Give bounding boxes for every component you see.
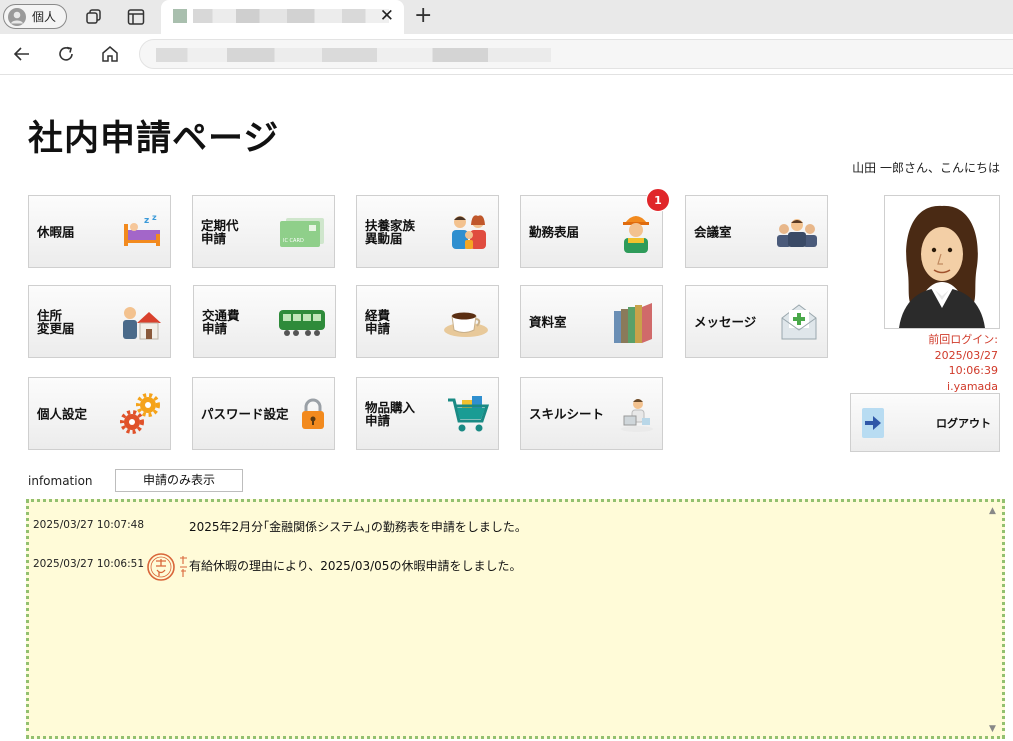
- user-greeting: 山田 一郎さん、こんにちは: [852, 161, 1000, 175]
- tile-leave-request[interactable]: 休暇届 z z: [28, 195, 171, 268]
- scroll-down-icon[interactable]: ▼: [989, 724, 996, 734]
- tile-timesheet[interactable]: 勤務表届: [520, 195, 663, 268]
- tile-personal-settings[interactable]: 個人設定: [28, 377, 171, 450]
- portrait-image: [899, 205, 985, 328]
- tile-dependent-change[interactable]: 扶養家族 異動届: [356, 195, 499, 268]
- profile-button[interactable]: 個人: [3, 4, 67, 29]
- url-redacted: [156, 48, 551, 62]
- train-icon: [279, 309, 325, 336]
- logout-label: ログアウト: [936, 417, 991, 430]
- books-icon: [614, 302, 652, 343]
- tile-password-settings[interactable]: パスワード設定: [192, 377, 335, 450]
- tile-label: 経費 申請: [365, 307, 391, 336]
- profile-label: 個人: [32, 10, 57, 24]
- tile-purchase-request[interactable]: 物品購入 申請: [356, 377, 499, 450]
- last-login-label: 前回ログイン:: [928, 333, 998, 346]
- person-icon: [8, 7, 26, 26]
- show-applications-only-button[interactable]: 申請のみ表示: [115, 469, 243, 492]
- approval-stamp-icon: [147, 553, 187, 581]
- tile-label: 交通費 申請: [202, 307, 240, 336]
- info-message-list[interactable]: 2025/03/27 10:07:48 2025年2月分｢金融関係システム｣の勤…: [26, 499, 1005, 739]
- tile-label: メッセージ: [694, 314, 757, 329]
- tile-label: 個人設定: [37, 406, 88, 421]
- browser-tab-bar: 個人 ✕ +: [0, 0, 1013, 34]
- last-login-time: 10:06:39: [948, 364, 998, 377]
- house-icon: [123, 306, 161, 339]
- tile-address-change[interactable]: 住所 変更届: [28, 285, 171, 358]
- scroll-up-icon[interactable]: ▲: [989, 506, 996, 516]
- home-icon[interactable]: [100, 44, 120, 64]
- message-timestamp: 2025/03/27 10:06:51: [33, 558, 145, 570]
- message-text: 2025年2月分｢金融関係システム｣の勤務表を申請をしました。: [189, 520, 527, 534]
- tile-label: 定期代 申請: [201, 217, 239, 246]
- svg-text:z: z: [152, 214, 157, 222]
- tile-messages[interactable]: メッセージ: [685, 285, 828, 358]
- new-tab-icon[interactable]: +: [414, 3, 432, 28]
- tile-label: 物品購入 申請: [365, 399, 416, 428]
- tile-meeting-room[interactable]: 会議室: [685, 195, 828, 268]
- user-id: i.yamada: [947, 379, 998, 393]
- tile-commuter-pass[interactable]: 定期代 申請 IC CARD: [192, 195, 335, 268]
- ic-card-icon: IC CARD: [280, 217, 324, 247]
- envelope-icon: [781, 303, 817, 339]
- last-login-date: 2025/03/27: [934, 348, 998, 362]
- skill-sheet-icon: [621, 398, 653, 432]
- user-avatar: [884, 195, 1000, 329]
- last-login-info: 前回ログイン: 2025/03/27 10:06:39 i.yamada: [928, 332, 998, 394]
- family-icon: [452, 214, 486, 249]
- tile-label: スキルシート: [529, 406, 605, 421]
- active-tab[interactable]: ✕: [161, 0, 404, 34]
- message-timestamp: 2025/03/27 10:07:48: [33, 519, 145, 531]
- gears-icon: [120, 392, 160, 434]
- reload-icon[interactable]: [56, 44, 76, 64]
- collections-icon[interactable]: [84, 7, 104, 27]
- page-title: 社内申請ページ: [28, 119, 280, 159]
- close-tab-icon[interactable]: ✕: [380, 6, 394, 26]
- cart-icon: [448, 395, 490, 431]
- tile-label: 勤務表届: [529, 224, 580, 239]
- tile-skill-sheet[interactable]: スキルシート: [520, 377, 663, 450]
- tab-actions-icon[interactable]: [126, 7, 146, 27]
- coffee-icon: [444, 312, 488, 337]
- svg-text:z: z: [144, 216, 149, 226]
- tile-label: 扶養家族 異動届: [365, 217, 416, 246]
- worker-icon: [623, 215, 649, 253]
- tab-title-redacted: [193, 9, 389, 23]
- lock-icon: [302, 398, 324, 429]
- tile-label: 資料室: [529, 314, 567, 329]
- address-bar[interactable]: [139, 39, 1013, 69]
- meeting-icon: [777, 218, 817, 247]
- tile-label: 住所 変更届: [37, 307, 75, 336]
- tile-transport-expense[interactable]: 交通費 申請: [193, 285, 336, 358]
- site-favicon: [173, 9, 187, 23]
- logout-arrow-icon: [862, 408, 884, 438]
- tile-label: 会議室: [694, 224, 732, 239]
- svg-text:IC CARD: IC CARD: [283, 238, 304, 244]
- tile-expense[interactable]: 経費 申請: [356, 285, 499, 358]
- tile-label: 休暇届: [37, 224, 75, 239]
- timesheet-notification-badge: 1: [646, 188, 670, 212]
- info-label: infomation: [28, 474, 93, 488]
- back-icon[interactable]: [12, 44, 32, 64]
- tile-label: パスワード設定: [201, 406, 289, 421]
- vertical-scrollbar[interactable]: ▲ ▼: [988, 506, 1000, 734]
- logout-button[interactable]: ログアウト: [850, 393, 1000, 452]
- browser-toolbar: [0, 34, 1013, 75]
- message-text: 有給休暇の理由により、2025/03/05の休暇申請をしました。: [189, 559, 522, 573]
- bed-icon: z z: [124, 214, 160, 246]
- tile-library[interactable]: 資料室: [520, 285, 663, 358]
